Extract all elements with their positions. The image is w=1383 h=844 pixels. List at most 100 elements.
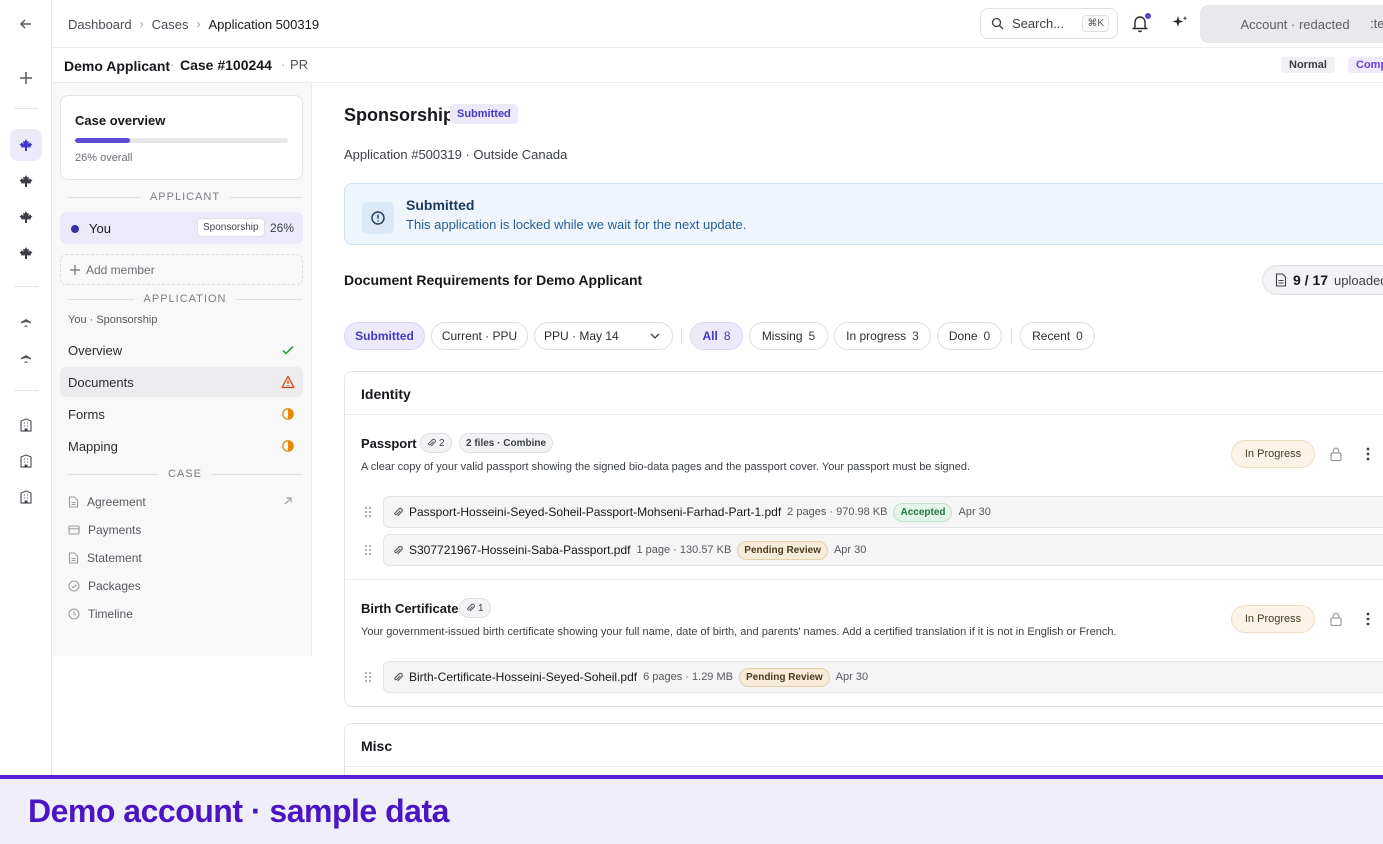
application-subtitle: Application #500319 · Outside Canada	[344, 147, 568, 162]
nav-label: Overview	[68, 342, 123, 358]
nav-label: Agreement	[87, 495, 146, 509]
clock-icon	[68, 608, 80, 620]
file-name[interactable]: S307721967-Hosseini-Saba-Passport.pdf	[409, 543, 630, 557]
nav-forms[interactable]: Forms	[60, 399, 303, 429]
check-circle-icon	[68, 580, 80, 592]
file-row[interactable]: Birth-Certificate-Hosseini-Seyed-Soheil.…	[383, 661, 1383, 693]
maple-leaf-icon[interactable]	[10, 201, 42, 233]
status-badge: Comp	[1348, 57, 1383, 73]
document-description: A clear copy of your valid passport show…	[361, 461, 971, 473]
lock-icon[interactable]	[1329, 446, 1343, 462]
more-options-icon[interactable]	[1363, 611, 1373, 627]
building-icon[interactable]	[10, 445, 42, 477]
filter-recent[interactable]: Recent 0	[1020, 322, 1095, 350]
filter-in-progress[interactable]: In progress 3	[834, 322, 931, 350]
airplane-icon[interactable]	[10, 305, 42, 337]
file-meta: 6 pages · 1.29 MB	[643, 671, 733, 683]
version-select[interactable]: PPU · May 14	[534, 322, 673, 350]
search-icon	[991, 17, 1004, 30]
nav-statement[interactable]: Statement	[60, 545, 303, 571]
search-placeholder: Search...	[1012, 16, 1065, 31]
notification-dot	[1145, 13, 1151, 19]
nav-label: Timeline	[88, 607, 133, 621]
file-row[interactable]: S307721967-Hosseini-Saba-Passport.pdf 1 …	[383, 534, 1383, 566]
version-select-value: PPU · May 14	[544, 329, 619, 343]
file-name[interactable]: Birth-Certificate-Hosseini-Seyed-Soheil.…	[409, 670, 637, 684]
document-status-badge[interactable]: In Progress	[1231, 605, 1315, 633]
priority-badge: Normal	[1281, 57, 1335, 73]
file-date: Apr 30	[835, 671, 869, 683]
maple-leaf-icon[interactable]	[10, 237, 42, 269]
plus-icon[interactable]	[10, 62, 42, 94]
nav-overview[interactable]: Overview	[60, 335, 303, 365]
nav-label: Forms	[68, 406, 105, 422]
application-section-header: APPLICATION	[68, 292, 302, 306]
nav-payments[interactable]: Payments	[60, 517, 303, 543]
combine-files-button[interactable]: 2 files · Combine	[459, 433, 554, 453]
add-member-button[interactable]: Add member	[60, 254, 303, 285]
file-icon	[68, 496, 79, 508]
drag-handle-icon[interactable]	[363, 670, 373, 684]
filter-current[interactable]: Current · PPU	[431, 322, 528, 350]
nav-timeline[interactable]: Timeline	[60, 601, 303, 627]
applicant-item-you[interactable]: You Sponsorship 26%	[60, 212, 303, 244]
file-row[interactable]: Passport-Hosseini-Seyed-Soheil-Passport-…	[383, 496, 1383, 528]
file-status-badge: Pending Review	[737, 540, 828, 560]
account-label: Account · redacted	[1240, 16, 1350, 32]
paperclip-icon	[394, 672, 403, 681]
more-options-icon[interactable]	[1363, 446, 1373, 462]
info-icon	[362, 202, 394, 234]
nav-packages[interactable]: Packages	[60, 573, 303, 599]
breadcrumb-cases[interactable]: Cases	[152, 17, 189, 32]
filter-done[interactable]: Done 0	[937, 322, 1002, 350]
add-member-label: Add member	[86, 262, 155, 277]
filter-all[interactable]: All 8	[690, 322, 743, 350]
file-icon	[68, 552, 79, 564]
case-overview-card[interactable]: Case overview 26% overall	[60, 95, 303, 180]
nav-label: Payments	[88, 523, 142, 537]
building-icon[interactable]	[10, 409, 42, 441]
applicant-name: Demo Applicant	[64, 58, 171, 74]
filter-submitted[interactable]: Submitted	[344, 322, 425, 350]
search-button[interactable]: Search... ⌘K	[980, 8, 1118, 39]
overview-progress-bar	[75, 138, 288, 143]
building-icon[interactable]	[10, 481, 42, 513]
file-status-badge: Pending Review	[738, 667, 830, 687]
lock-icon[interactable]	[1329, 611, 1343, 627]
uploaded-label: uploaded	[1334, 272, 1383, 288]
airplane-icon[interactable]	[10, 341, 42, 373]
nav-label: Documents	[68, 374, 134, 390]
notifications-bell-icon[interactable]	[1130, 13, 1152, 35]
separator-dot: ·	[170, 57, 175, 72]
file-count-badge: 1	[459, 598, 491, 618]
drag-handle-icon[interactable]	[363, 505, 373, 519]
back-arrow-icon[interactable]	[10, 8, 42, 40]
breadcrumb: Dashboard › Cases › Application 500319	[68, 0, 319, 48]
search-shortcut: ⌘K	[1082, 15, 1109, 32]
nav-mapping[interactable]: Mapping	[60, 431, 303, 461]
account-menu[interactable]: Account · redacted	[1200, 5, 1383, 43]
filter-missing[interactable]: Missing 5	[749, 322, 828, 350]
case-header: Demo Applicant · Case #100244 · PR Norma…	[52, 48, 1383, 83]
nav-agreement[interactable]: Agreement	[60, 489, 303, 515]
half-progress-icon	[282, 408, 294, 420]
breadcrumb-dashboard[interactable]: Dashboard	[68, 17, 132, 32]
chevron-right-icon: ›	[196, 17, 201, 31]
maple-leaf-icon[interactable]	[10, 165, 42, 197]
account-trail: :te	[1370, 16, 1383, 31]
file-name[interactable]: Passport-Hosseini-Seyed-Soheil-Passport-…	[409, 505, 781, 519]
identity-section: Identity Passport 2 2 files · Combine A …	[344, 371, 1383, 707]
locked-notice: Submitted This application is locked whi…	[344, 183, 1383, 245]
chevron-right-icon: ›	[139, 17, 144, 31]
maple-leaf-icon[interactable]	[10, 129, 42, 161]
application-subtitle: You · Sponsorship	[68, 314, 158, 326]
case-number: Case #100244	[180, 57, 272, 73]
drag-handle-icon[interactable]	[363, 543, 373, 557]
sparkle-icon[interactable]	[1171, 14, 1189, 32]
file-meta: 2 pages · 970.98 KB	[787, 506, 888, 518]
notice-text: This application is locked while we wait…	[406, 217, 747, 232]
document-status-badge[interactable]: In Progress	[1231, 440, 1315, 468]
nav-documents[interactable]: Documents	[60, 367, 303, 397]
file-status-badge: Accepted	[893, 502, 953, 522]
icon-rail	[0, 0, 52, 777]
